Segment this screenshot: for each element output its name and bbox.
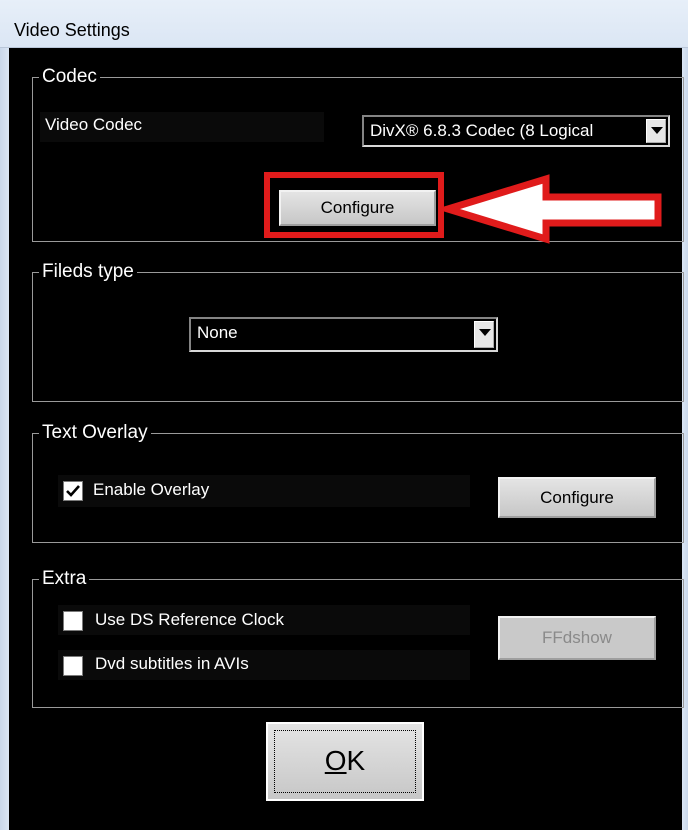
title-bar[interactable]: Video Settings [0, 0, 688, 48]
fields-type-select[interactable]: None [189, 317, 498, 352]
ok-button-label-rest: K [346, 745, 366, 776]
fields-type-group-title: Fileds type [39, 262, 137, 282]
codec-group-title: Codec [39, 67, 100, 87]
ds-clock-label: Use DS Reference Clock [95, 610, 284, 629]
ffdshow-button[interactable]: FFdshow [498, 616, 656, 660]
chevron-down-icon[interactable] [474, 321, 494, 348]
dvd-subtitles-label: Dvd subtitles in AVIs [95, 654, 249, 673]
enable-overlay-label: Enable Overlay [93, 480, 210, 499]
ds-clock-checkbox[interactable] [63, 611, 83, 631]
arrow-annotation-icon [442, 174, 662, 244]
dvd-subtitles-checkbox[interactable] [63, 656, 83, 676]
enable-overlay-checkbox[interactable] [63, 481, 83, 501]
overlay-configure-button[interactable]: Configure [498, 477, 656, 518]
extra-group-title: Extra [39, 569, 90, 589]
codec-select[interactable]: DivX® 6.8.3 Codec (8 Logical [362, 115, 670, 147]
ok-button-mnemonic: O [324, 745, 347, 776]
codec-select-value: DivX® 6.8.3 Codec (8 Logical [370, 121, 594, 140]
fields-type-select-value: None [197, 323, 238, 342]
chevron-down-icon[interactable] [646, 119, 666, 143]
window-frame-left [0, 48, 9, 830]
highlight-box [264, 172, 444, 238]
window-title: Video Settings [14, 20, 130, 40]
ok-button[interactable]: OK [266, 722, 424, 801]
checkmark-icon [66, 485, 80, 497]
text-overlay-group-title: Text Overlay [39, 423, 151, 443]
video-settings-window: Video Settings Codec Video Codec DivX® 6… [0, 0, 688, 830]
video-codec-label: Video Codec [40, 112, 324, 142]
